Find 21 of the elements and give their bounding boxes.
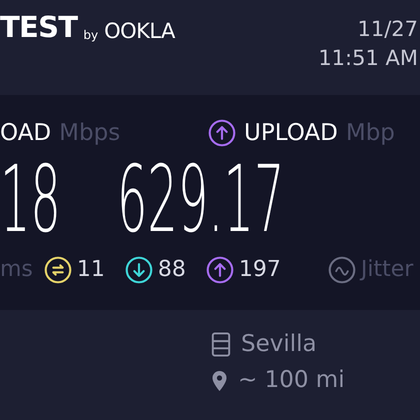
upload-label: UPLOAD bbox=[244, 122, 338, 144]
download-speed: 18 bbox=[0, 154, 61, 246]
stat-value: 88 bbox=[158, 259, 186, 281]
server-icon bbox=[211, 332, 231, 357]
logo-by: by bbox=[83, 29, 98, 41]
test-date: 11/27 bbox=[357, 16, 418, 43]
location-pin-icon bbox=[211, 370, 228, 392]
upload-icon bbox=[208, 119, 236, 147]
stat-value: 197 bbox=[238, 259, 281, 281]
logo-text: TEST bbox=[0, 13, 78, 42]
jitter-label: Jitter bbox=[360, 259, 414, 281]
upload-speed: 629.17 bbox=[117, 154, 284, 246]
test-time: 11:51 AM bbox=[318, 45, 418, 72]
server-name: Sevilla bbox=[241, 333, 317, 356]
download-label: OAD bbox=[0, 122, 52, 144]
ping-unit: ms bbox=[0, 259, 33, 281]
logo-brand: OOKLA bbox=[104, 21, 175, 42]
download-unit: Mbps bbox=[59, 122, 120, 144]
upload-unit: Mbp bbox=[346, 122, 395, 144]
server-distance: ~ 100 mi bbox=[238, 369, 345, 392]
stat-value: 11 bbox=[76, 259, 105, 281]
